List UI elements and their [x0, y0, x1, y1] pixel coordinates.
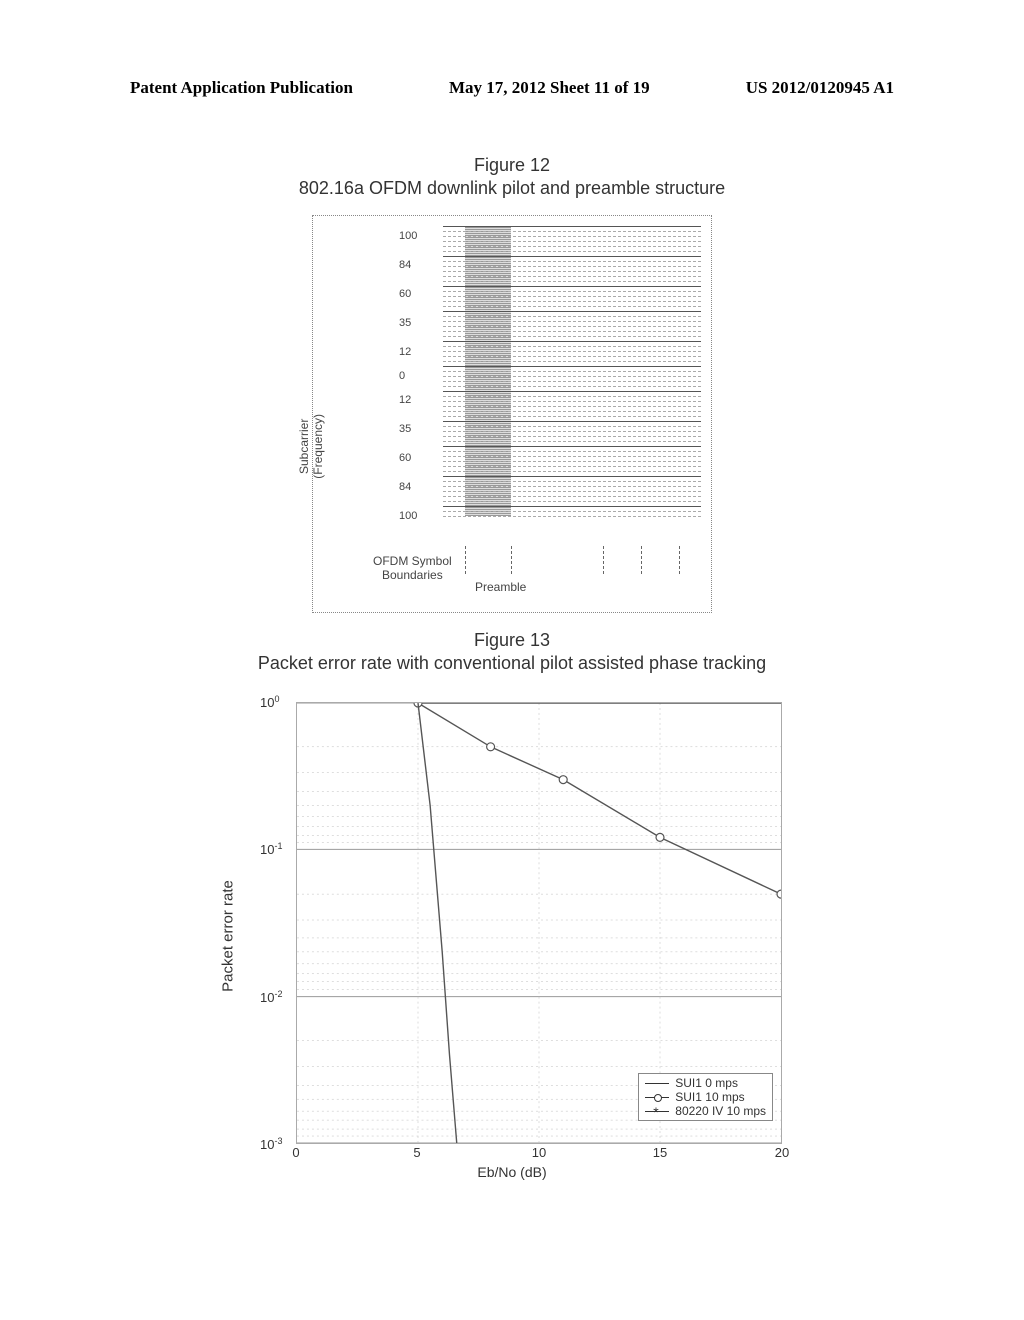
series-sui1-0mps: [418, 703, 457, 1143]
x-tick: 5: [413, 1145, 420, 1160]
figure-12-heading: Figure 12 802.16a OFDM downlink pilot an…: [0, 155, 1024, 199]
figure-12-title: Figure 12: [0, 155, 1024, 176]
legend-star-icon: [645, 1107, 669, 1116]
figure-13-heading: Figure 13 Packet error rate with convent…: [0, 630, 1024, 674]
figure-12-subtitle: 802.16a OFDM downlink pilot and preamble…: [0, 178, 1024, 199]
figure-13-subtitle: Packet error rate with conventional pilo…: [0, 653, 1024, 674]
symbol-boundary-tick: [641, 546, 642, 574]
y-tick: 10-1: [260, 841, 282, 857]
page-header: Patent Application Publication May 17, 2…: [130, 78, 894, 98]
legend-line-icon: [645, 1079, 669, 1088]
header-center: May 17, 2012 Sheet 11 of 19: [449, 78, 650, 98]
subcarrier-tick: 35: [399, 317, 411, 329]
subcarrier-tick: 35: [399, 423, 411, 435]
symbol-boundaries-label: OFDM SymbolBoundaries: [373, 554, 452, 582]
header-left: Patent Application Publication: [130, 78, 353, 98]
figure-13-x-axis-label: Eb/No (dB): [232, 1164, 792, 1180]
figure-13-legend: SUI1 0 mps SUI1 10 mps 80220 IV 10 mps: [638, 1073, 773, 1121]
subcarrier-tick: 0: [399, 370, 405, 382]
subcarrier-tick: 84: [399, 259, 411, 271]
figure-12-chart: Subcarrier(Frequency) 100 84 60 35 12 0 …: [312, 215, 712, 613]
symbol-boundary-tick: [465, 546, 466, 574]
symbol-boundary-tick: [511, 546, 512, 574]
figure-12-plot-area: [443, 226, 701, 552]
legend-item: 80220 IV 10 mps: [645, 1104, 766, 1118]
subcarrier-tick: 100: [399, 510, 417, 522]
header-right: US 2012/0120945 A1: [746, 78, 894, 98]
subcarrier-tick: 12: [399, 346, 411, 358]
subcarrier-tick: 12: [399, 394, 411, 406]
x-tick: 15: [653, 1145, 667, 1160]
x-tick: 0: [292, 1145, 299, 1160]
y-tick: 100: [260, 694, 279, 710]
preamble-label: Preamble: [475, 580, 526, 594]
figure-13-y-axis-label: Packet error rate: [220, 880, 237, 992]
subcarrier-tick: 60: [399, 452, 411, 464]
figure-13-chart: Packet error rate: [232, 692, 792, 1180]
figure-13-title: Figure 13: [0, 630, 1024, 651]
legend-item: SUI1 0 mps: [645, 1076, 766, 1090]
series-sui1-10mps: [418, 703, 781, 894]
y-tick: 10-3: [260, 1136, 282, 1152]
subcarrier-line: [443, 516, 701, 521]
symbol-boundary-tick: [679, 546, 680, 574]
legend-item: SUI1 10 mps: [645, 1090, 766, 1104]
x-tick: 20: [775, 1145, 789, 1160]
figure-13-plot-area: SUI1 0 mps SUI1 10 mps 80220 IV 10 mps: [296, 702, 782, 1144]
subcarrier-tick: 84: [399, 481, 411, 493]
figure-12-y-axis-label: Subcarrier(Frequency): [297, 414, 325, 479]
legend-circle-icon: [645, 1093, 669, 1102]
subcarrier-tick: 60: [399, 288, 411, 300]
x-tick: 10: [532, 1145, 546, 1160]
symbol-boundary-tick: [603, 546, 604, 574]
subcarrier-tick: 100: [399, 230, 417, 242]
y-tick: 10-2: [260, 989, 282, 1005]
